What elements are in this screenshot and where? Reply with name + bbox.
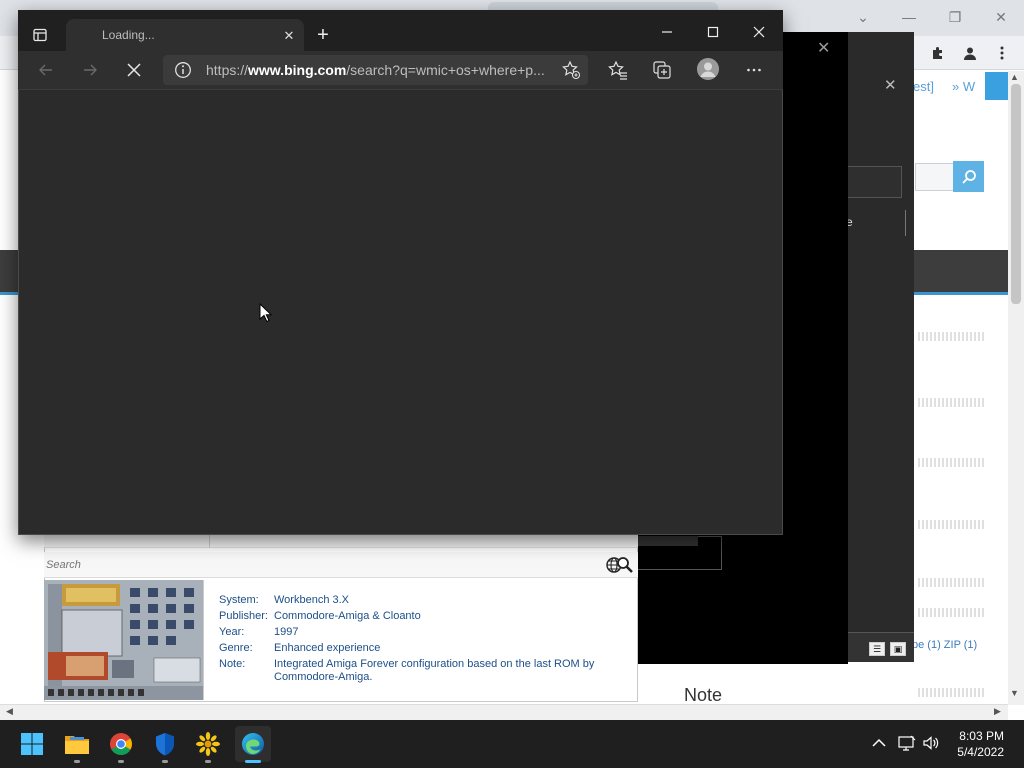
add-favorite-icon[interactable]: [558, 58, 584, 82]
back-arrow-icon[interactable]: [33, 58, 59, 82]
globe-search-icon[interactable]: [605, 555, 635, 575]
breadcrumb-fragment-next[interactable]: » W: [952, 79, 975, 94]
maximize-icon[interactable]: [690, 18, 736, 46]
site-search-field[interactable]: [915, 163, 953, 191]
stop-loading-icon[interactable]: [121, 58, 147, 82]
year-label: Year:: [219, 626, 245, 638]
site-search-button[interactable]: [953, 161, 984, 192]
accent-tab[interactable]: [985, 72, 1008, 100]
minimize-icon[interactable]: [644, 18, 690, 46]
edge-icon[interactable]: [235, 726, 271, 762]
decorative-divider: [918, 458, 984, 467]
publisher-label: Publisher:: [219, 610, 268, 622]
favorites-icon[interactable]: [605, 58, 631, 82]
note-heading: Note: [684, 685, 723, 705]
bg-minimize-icon[interactable]: —: [886, 6, 932, 28]
settings-more-icon[interactable]: [741, 58, 767, 82]
edge-page-content[interactable]: [19, 90, 782, 534]
decorative-divider: [918, 578, 984, 587]
new-tab-icon[interactable]: +: [312, 24, 334, 46]
amiga-search-input[interactable]: [46, 556, 596, 574]
dialog-close-icon[interactable]: ✕: [884, 76, 897, 94]
search-icon: [961, 169, 976, 184]
scroll-right-icon[interactable]: ▶: [994, 706, 1001, 717]
decorative-divider: [918, 332, 984, 341]
profile-icon[interactable]: [959, 42, 981, 64]
genre-label: Genre:: [219, 642, 253, 654]
list-view-icon[interactable]: ☰: [869, 642, 885, 656]
dialog-input-field[interactable]: [848, 166, 902, 198]
bg-tab-list-icon[interactable]: ⌄: [840, 6, 886, 28]
decorative-divider: [918, 688, 984, 697]
url-text[interactable]: https://www.bing.com/search?q=wmic+os+wh…: [206, 62, 545, 78]
horizontal-scrollbar[interactable]: [0, 704, 1008, 720]
active-app-indicator: [245, 760, 261, 763]
extensions-puzzle-icon[interactable]: [927, 42, 949, 64]
decorative-divider: [918, 608, 984, 617]
forward-arrow-icon[interactable]: [77, 58, 103, 82]
scrollbar-thumb[interactable]: [1011, 84, 1021, 304]
black-dialog-field-bar: [636, 536, 698, 546]
decorative-divider: [918, 520, 984, 529]
url-scheme: https://: [206, 62, 249, 78]
dialog-divider: [905, 210, 906, 236]
publisher-value: Commodore-Amiga & Cloanto: [274, 610, 421, 622]
thumbnail-view-icon[interactable]: ▣: [890, 642, 906, 656]
clock-date[interactable]: 5/4/2022: [952, 745, 1004, 759]
workbench-screenshot-thumbnail[interactable]: [44, 580, 204, 700]
running-indicator: [162, 760, 168, 763]
tab-close-icon[interactable]: ✕: [280, 27, 298, 45]
tray-overflow-chevron-icon[interactable]: [870, 734, 888, 752]
bg-restore-icon[interactable]: ❐: [932, 6, 978, 28]
mouse-cursor-icon: [259, 302, 273, 323]
bg-close-icon[interactable]: ✕: [978, 6, 1024, 28]
network-icon[interactable]: [898, 734, 916, 752]
url-domain: www.bing.com: [248, 62, 347, 78]
defender-icon[interactable]: [147, 726, 183, 762]
running-indicator: [118, 760, 124, 763]
start-icon[interactable]: [14, 726, 50, 762]
clock-time[interactable]: 8:03 PM: [958, 729, 1004, 743]
scroll-left-icon[interactable]: ◀: [6, 706, 13, 717]
tab-actions-icon[interactable]: [28, 24, 52, 46]
download-formats-link[interactable]: pe (1) ZIP (1): [912, 639, 977, 651]
scroll-up-icon[interactable]: ▲: [1010, 72, 1019, 82]
file-explorer-icon[interactable]: [59, 726, 95, 762]
year-value: 1997: [274, 626, 299, 638]
sun-app-icon[interactable]: [190, 726, 226, 762]
breadcrumb-fragment[interactable]: est]: [913, 79, 934, 94]
profile-avatar-icon[interactable]: [697, 58, 719, 80]
collections-icon[interactable]: [649, 58, 675, 82]
site-info-icon[interactable]: [174, 61, 192, 79]
note-label: Note:: [219, 658, 246, 670]
system-label: System:: [219, 594, 259, 606]
system-value: Workbench 3.X: [274, 594, 350, 606]
more-menu-icon[interactable]: [991, 42, 1013, 64]
volume-icon[interactable]: [922, 734, 940, 752]
running-indicator: [205, 760, 211, 763]
note-value: Integrated Amiga Forever configuration b…: [274, 658, 595, 683]
close-window-icon[interactable]: [736, 18, 782, 46]
running-indicator: [74, 760, 80, 763]
black-dialog-close-icon[interactable]: ✕: [817, 38, 830, 58]
tab-title: Loading...: [102, 28, 155, 42]
genre-value: Enhanced experience: [274, 642, 381, 654]
decorative-divider: [918, 398, 984, 407]
scroll-down-icon[interactable]: ▼: [1010, 688, 1019, 698]
chrome-icon[interactable]: [103, 726, 139, 762]
url-path: /search?q=wmic+os+where+p...: [346, 62, 545, 78]
